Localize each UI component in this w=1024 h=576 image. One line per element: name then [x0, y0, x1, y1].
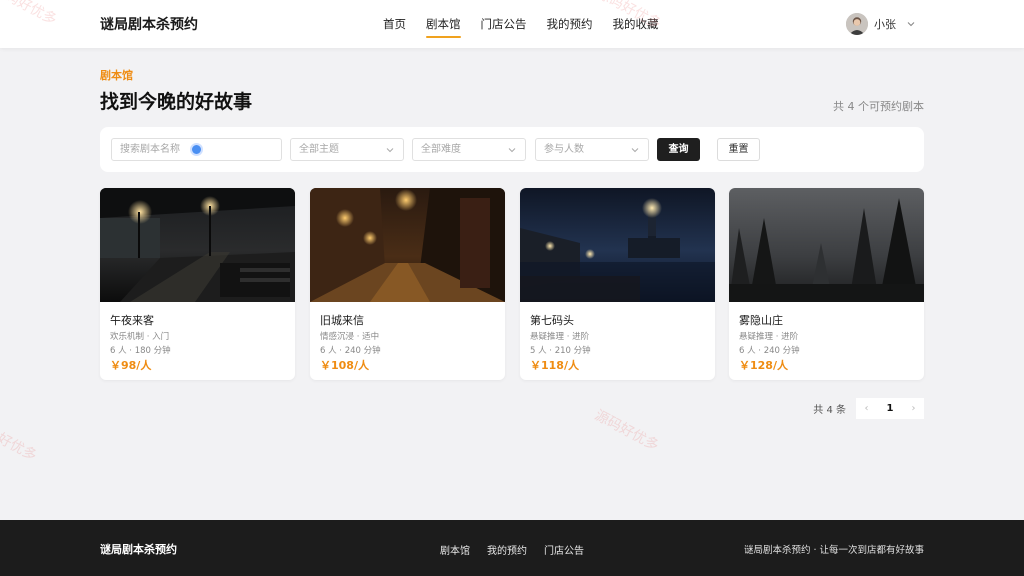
dock-lighthouse-night-image — [520, 188, 715, 302]
script-card-grid: 午夜来客 欢乐机制 · 入门 6 人 · 180 分钟 ￥98/人 旧城来信 情… — [100, 188, 924, 380]
watermark: 源码好优多 — [591, 407, 662, 455]
card-price: ￥128/人 — [739, 359, 788, 372]
card-meta: 6 人 · 240 分钟 — [739, 346, 800, 356]
theme-select[interactable]: 全部主题 — [290, 138, 404, 161]
search-placeholder: 搜索剧本名称 — [120, 144, 180, 155]
script-card[interactable]: 第七码头 悬疑推理 · 进阶 5 人 · 210 分钟 ￥118/人 — [520, 188, 715, 380]
page-title: 找到今晚的好故事 — [100, 91, 253, 113]
avatar[interactable] — [846, 13, 868, 35]
nav-home[interactable]: 首页 — [383, 0, 406, 48]
pagination: 共 4 条 ‹ 1 › — [813, 398, 924, 419]
card-tags: 悬疑推理 · 进阶 — [530, 332, 590, 342]
people-select[interactable]: 参与人数 — [535, 138, 649, 161]
chevron-down-icon[interactable] — [906, 19, 916, 29]
card-title[interactable]: 午夜来客 — [110, 312, 154, 328]
mouse-cursor-indicator — [190, 143, 203, 156]
script-count: 共 4 个可预约剧本 — [833, 100, 924, 113]
next-page-button[interactable]: › — [903, 398, 924, 419]
watermark: 源码好优多 — [0, 417, 40, 465]
card-tags: 情感沉浸 · 适中 — [320, 332, 380, 342]
filter-bar: 搜索剧本名称 全部主题 全部难度 参与人数 查询 重置 — [100, 127, 924, 172]
nav-my-favorites[interactable]: 我的收藏 — [613, 0, 659, 48]
user-menu[interactable]: 小张 — [846, 13, 916, 35]
card-meta: 6 人 · 180 分钟 — [110, 346, 171, 356]
card-price: ￥98/人 — [110, 359, 152, 372]
card-price: ￥118/人 — [530, 359, 579, 372]
card-price: ￥108/人 — [320, 359, 369, 372]
script-card[interactable]: 雾隐山庄 悬疑推理 · 进阶 6 人 · 240 分钟 ￥128/人 — [729, 188, 924, 380]
difficulty-select-value: 全部难度 — [421, 144, 461, 155]
top-header: 谜局剧本杀预约 首页 剧本馆 门店公告 我的预约 我的收藏 小张 — [0, 0, 1024, 48]
misty-forest-image — [729, 188, 924, 302]
chevron-down-icon — [386, 148, 394, 153]
footer-slogan: 谜局剧本杀预约 · 让每一次到店都有好故事 — [743, 545, 924, 556]
nav-store-notice[interactable]: 门店公告 — [481, 0, 527, 48]
page-number-current[interactable]: 1 — [877, 398, 903, 419]
chevron-down-icon — [631, 148, 639, 153]
card-tags: 悬疑推理 · 进阶 — [739, 332, 799, 342]
chevron-down-icon — [508, 148, 516, 153]
footer-link-my-bookings[interactable]: 我的预约 — [487, 542, 527, 557]
prev-page-button[interactable]: ‹ — [856, 398, 877, 419]
script-card[interactable]: 旧城来信 情感沉浸 · 适中 6 人 · 240 分钟 ￥108/人 — [310, 188, 505, 380]
card-title[interactable]: 雾隐山庄 — [739, 312, 783, 328]
user-name[interactable]: 小张 — [874, 16, 896, 32]
card-meta: 5 人 · 210 分钟 — [530, 346, 591, 356]
footer: 谜局剧本杀预约 剧本馆 我的预约 门店公告 谜局剧本杀预约 · 让每一次到店都有… — [0, 520, 1024, 576]
footer-link-script-hall[interactable]: 剧本馆 — [440, 542, 470, 557]
footer-links: 剧本馆 我的预约 门店公告 — [440, 542, 601, 557]
script-card[interactable]: 午夜来客 欢乐机制 · 入门 6 人 · 180 分钟 ￥98/人 — [100, 188, 295, 380]
footer-brand: 谜局剧本杀预约 — [100, 543, 177, 556]
search-input[interactable]: 搜索剧本名称 — [111, 138, 282, 161]
old-town-rainy-street-image — [310, 188, 505, 302]
difficulty-select[interactable]: 全部难度 — [412, 138, 526, 161]
reset-button[interactable]: 重置 — [717, 138, 760, 161]
main-nav: 首页 剧本馆 门店公告 我的预约 我的收藏 — [383, 0, 679, 48]
nav-script-hall[interactable]: 剧本馆 — [426, 0, 461, 48]
card-tags: 欢乐机制 · 入门 — [110, 332, 170, 342]
theme-select-value: 全部主题 — [299, 144, 339, 155]
card-title[interactable]: 旧城来信 — [320, 312, 364, 328]
card-title[interactable]: 第七码头 — [530, 312, 574, 328]
people-select-value: 参与人数 — [544, 144, 584, 155]
night-train-station-image — [100, 188, 295, 302]
query-button[interactable]: 查询 — [657, 138, 700, 161]
nav-my-bookings[interactable]: 我的预约 — [547, 0, 593, 48]
brand-logo-text[interactable]: 谜局剧本杀预约 — [100, 14, 198, 34]
footer-link-store-notice[interactable]: 门店公告 — [544, 542, 584, 557]
breadcrumb: 剧本馆 — [100, 69, 133, 82]
pagination-total: 共 4 条 — [813, 405, 846, 416]
card-meta: 6 人 · 240 分钟 — [320, 346, 381, 356]
